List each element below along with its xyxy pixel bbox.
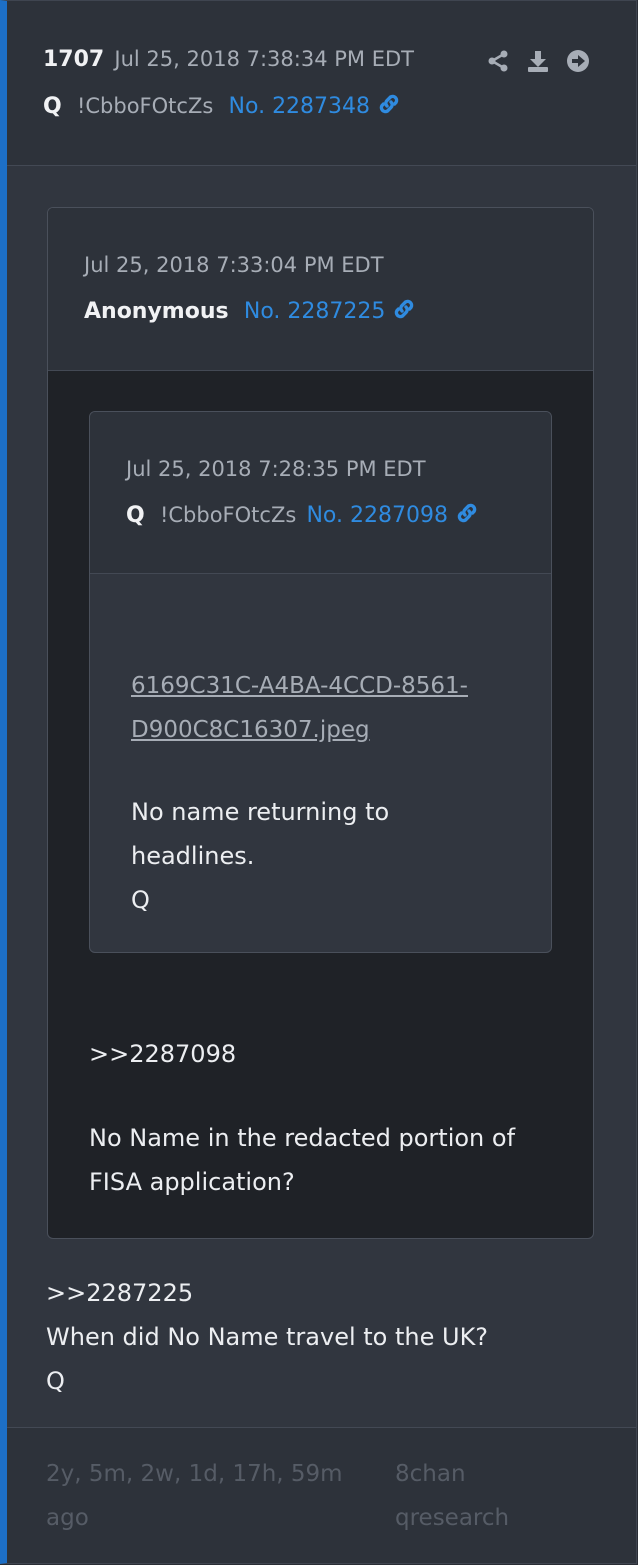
post-footer: 2y, 5m, 2w, 1d, 17h, 59m ago 8chan qrese… [7,1427,636,1563]
body-line: Q [46,1367,65,1395]
share-icon[interactable] [486,49,510,73]
nested-post-date: Jul 25, 2018 7:28:35 PM EDT [126,457,426,481]
post-meta-row: 1707 Jul 25, 2018 7:38:34 PM EDT [43,47,414,72]
link-icon [457,503,477,523]
quoted-post-author: Anonymous [84,299,229,324]
post-date: Jul 25, 2018 7:38:34 PM EDT [114,47,414,71]
post-author: Q [43,94,62,119]
quoted-post-date: Jul 25, 2018 7:33:04 PM EDT [84,253,384,277]
nested-post-number-link[interactable]: No. 2287098 [306,503,479,528]
q-post-card: 1707 Jul 25, 2018 7:38:34 PM EDT Q !Cbbo… [0,0,637,1564]
reply-reference[interactable]: >>2287098 [89,1032,515,1076]
download-icon[interactable] [526,49,550,73]
body-line: When did No Name travel to the UK? [46,1323,489,1351]
body-line: No Name in the redacted portion of [89,1124,516,1152]
attachment-file-link[interactable]: 6169C31C-A4BA-4CCD-8561- D900C8C16307.jp… [131,664,468,752]
file-link-line[interactable]: D900C8C16307.jpeg [131,708,468,752]
post-author-row: Q !CbboFOtcZs No. 2287348 [43,92,401,119]
file-link-line[interactable]: 6169C31C-A4BA-4CCD-8561- [131,664,468,708]
quoted-post-body: >>2287098 No Name in the redacted portio… [89,1032,515,1204]
nested-post-author: Q [126,503,145,528]
nested-quoted-post-header: Jul 25, 2018 7:28:35 PM EDT Q !CbboFOtcZ… [90,412,551,574]
reply-reference[interactable]: >>2287225 [46,1271,488,1315]
post-body: >>2287225 When did No Name travel to the… [46,1271,488,1403]
body-line: No name returning to [131,798,390,826]
link-icon [379,94,399,114]
body-line: FISA application? [89,1168,295,1196]
quoted-post-header: Jul 25, 2018 7:33:04 PM EDT Anonymous No… [48,208,593,371]
quoted-post-number-link[interactable]: No. 2287225 [244,299,417,324]
nested-post-tripcode: !CbboFOtcZs [159,503,297,527]
arrow-right-circle-icon[interactable] [566,49,590,73]
post-header: 1707 Jul 25, 2018 7:38:34 PM EDT Q !Cbbo… [7,1,636,166]
post-number: 1707 [43,47,105,72]
post-source: 8chan qresearch [395,1461,510,1531]
post-age: 2y, 5m, 2w, 1d, 17h, 59m ago [46,1461,343,1531]
body-line: Q [131,886,150,914]
post-tripcode: !CbboFOtcZs [76,94,214,118]
post-number-link[interactable]: No. 2287348 [229,94,402,119]
quoted-post-2287098: Jul 25, 2018 7:28:35 PM EDT Q !CbboFOtcZ… [89,411,552,953]
link-icon [395,299,414,319]
body-line: headlines. [131,842,255,870]
quoted-post-2287225: Jul 25, 2018 7:33:04 PM EDT Anonymous No… [47,207,594,1239]
post-actions [486,49,590,73]
nested-post-body: No name returning to headlines. Q [131,790,389,922]
